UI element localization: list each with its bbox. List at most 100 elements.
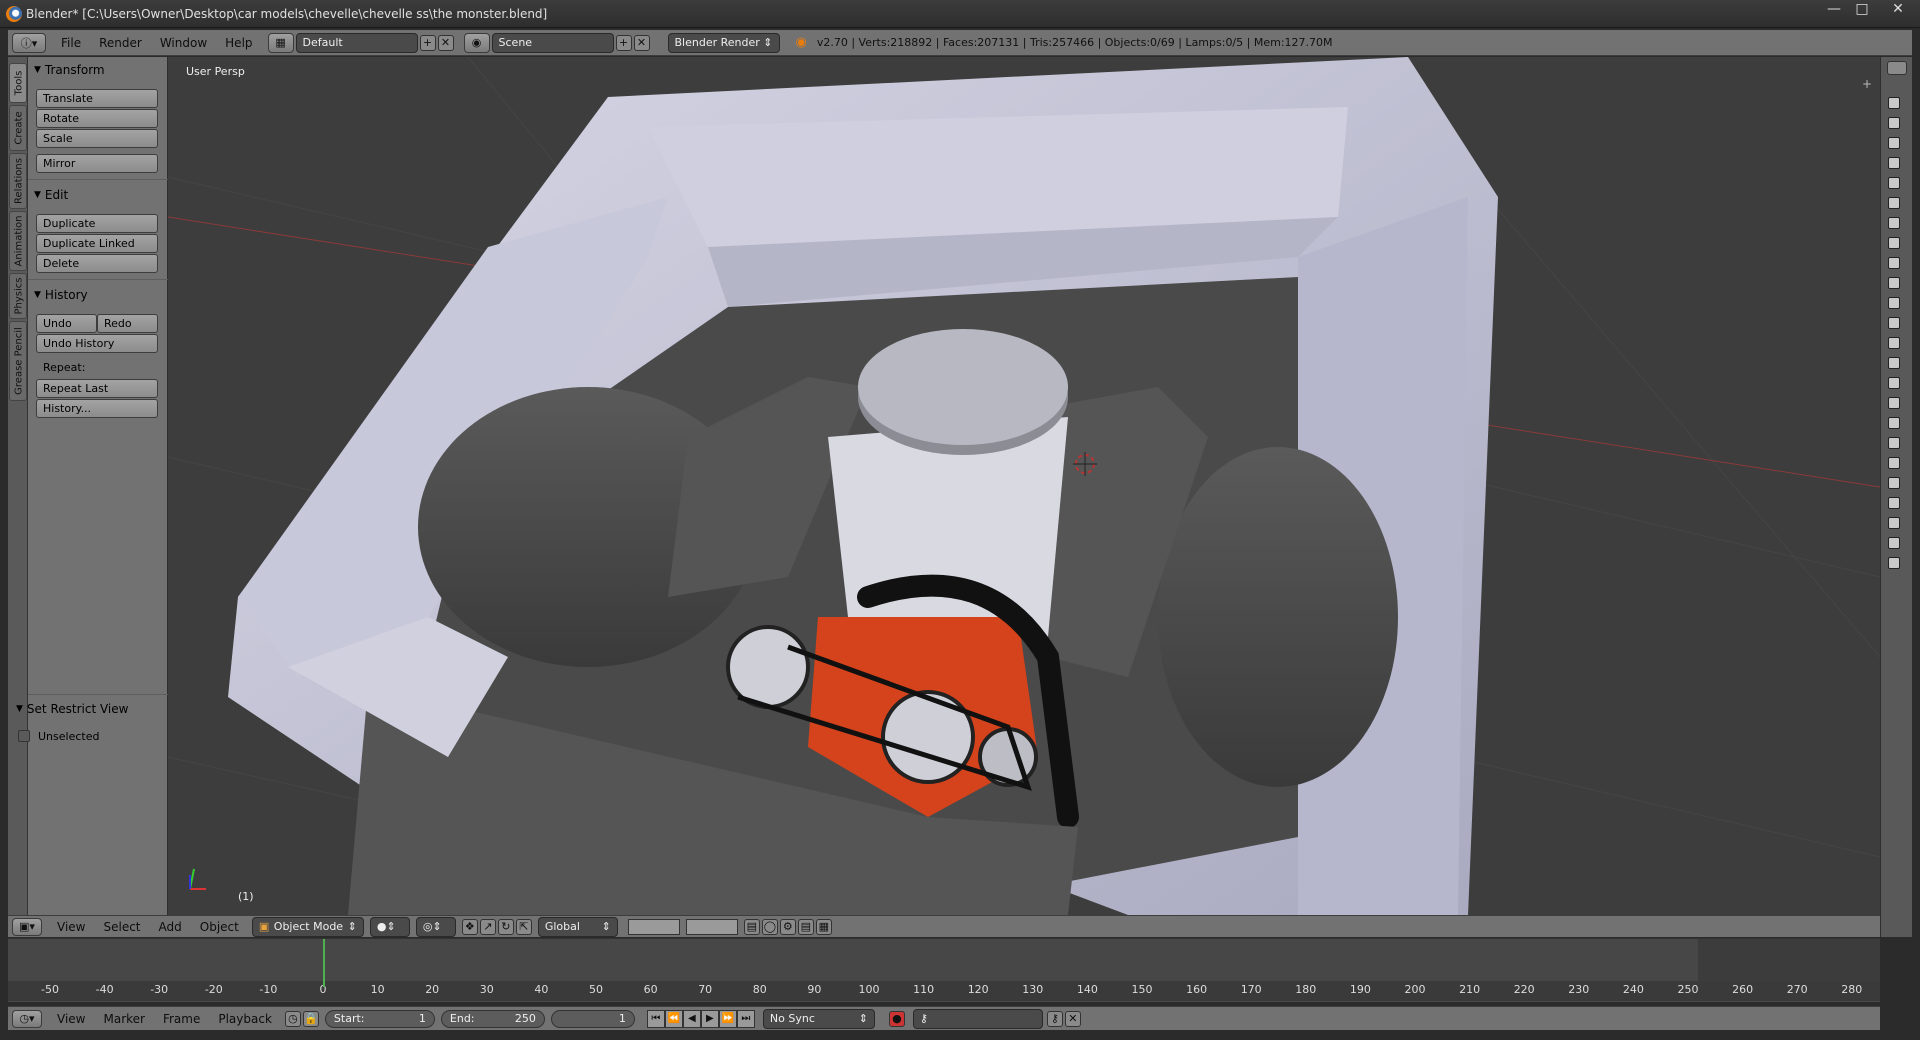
outliner-editor-button[interactable] bbox=[1887, 61, 1907, 75]
select-menu[interactable]: Select bbox=[94, 920, 149, 934]
scale-manipulator-button[interactable]: ⇱ bbox=[515, 918, 532, 935]
3d-view-editor-type-button[interactable]: ▣▾ bbox=[12, 917, 42, 936]
menu-file[interactable]: File bbox=[52, 36, 90, 50]
outliner-visibility-icon[interactable] bbox=[1888, 457, 1900, 469]
add-layout-button[interactable]: + bbox=[419, 34, 436, 51]
transform-panel-header[interactable]: ▼ Transform bbox=[34, 63, 105, 77]
duplicate-button[interactable]: Duplicate bbox=[36, 214, 158, 233]
maximize-button[interactable]: □ bbox=[1848, 0, 1876, 20]
current-frame-field[interactable]: 1 bbox=[550, 1009, 635, 1028]
repeat-last-button[interactable]: Repeat Last bbox=[36, 379, 158, 398]
lock-range-button[interactable]: 🔒 bbox=[302, 1010, 319, 1027]
outliner-visibility-icon[interactable] bbox=[1888, 417, 1900, 429]
add-menu[interactable]: Add bbox=[150, 920, 191, 934]
play-reverse-button[interactable]: ◀ bbox=[682, 1009, 701, 1028]
menu-help[interactable]: Help bbox=[216, 36, 261, 50]
undo-history-button[interactable]: Undo History bbox=[36, 334, 158, 353]
outliner-visibility-icon[interactable] bbox=[1888, 377, 1900, 389]
minimize-button[interactable]: — bbox=[1820, 0, 1848, 20]
jump-next-keyframe-button[interactable]: ⏩ bbox=[718, 1009, 737, 1028]
timeline-view-menu[interactable]: View bbox=[48, 1012, 94, 1026]
outliner-visibility-icon[interactable] bbox=[1888, 257, 1900, 269]
outliner-visibility-icon[interactable] bbox=[1888, 337, 1900, 349]
playback-menu[interactable]: Playback bbox=[209, 1012, 281, 1026]
outliner-visibility-icon[interactable] bbox=[1888, 397, 1900, 409]
jump-start-button[interactable]: ⏮ bbox=[646, 1009, 665, 1028]
tab-tools[interactable]: Tools bbox=[9, 63, 27, 103]
start-frame-field[interactable]: Start: 1 bbox=[324, 1009, 435, 1028]
menu-window[interactable]: Window bbox=[151, 36, 216, 50]
insert-keyframe-button[interactable]: ⚷ bbox=[1046, 1010, 1063, 1027]
outliner-visibility-icon[interactable] bbox=[1888, 437, 1900, 449]
outliner-visibility-icon[interactable] bbox=[1888, 117, 1900, 129]
delete-button[interactable]: Delete bbox=[36, 254, 158, 273]
unselected-checkbox[interactable] bbox=[18, 730, 30, 742]
outliner-visibility-icon[interactable] bbox=[1888, 357, 1900, 369]
sync-mode-dropdown[interactable]: No Sync ⇕ bbox=[762, 1008, 875, 1029]
redo-button[interactable]: Redo bbox=[97, 314, 158, 333]
scene-field[interactable]: Scene bbox=[491, 32, 614, 53]
add-scene-button[interactable]: + bbox=[615, 34, 632, 51]
rotate-manipulator-button[interactable]: ↻ bbox=[497, 918, 514, 935]
restrict-view-panel-header[interactable]: ▼ Set Restrict View bbox=[16, 702, 128, 716]
viewport-shading-dropdown[interactable]: ●⇕ bbox=[369, 916, 410, 937]
timeline-ruler[interactable] bbox=[8, 981, 1880, 1001]
outliner-visibility-icon[interactable] bbox=[1888, 497, 1900, 509]
history-panel-header[interactable]: ▼ History bbox=[34, 288, 88, 302]
delete-keyframe-button[interactable]: ✕ bbox=[1064, 1010, 1081, 1027]
tab-relations[interactable]: Relations bbox=[9, 153, 27, 209]
marker-menu[interactable]: Marker bbox=[94, 1012, 153, 1026]
lock-camera-button[interactable]: ▤ bbox=[743, 918, 760, 935]
mode-dropdown[interactable]: ▣ Object Mode ⇕ bbox=[251, 916, 364, 937]
outliner-visibility-icon[interactable] bbox=[1888, 277, 1900, 289]
tab-create[interactable]: Create bbox=[9, 105, 27, 151]
outliner-visibility-icon[interactable] bbox=[1888, 557, 1900, 569]
manipulator-toggle-button[interactable]: ❖ bbox=[461, 918, 478, 935]
scene-icon-button[interactable]: ◉ bbox=[463, 32, 490, 53]
remove-scene-button[interactable]: ✕ bbox=[633, 34, 650, 51]
close-button[interactable]: ✕ bbox=[1876, 0, 1920, 20]
snap-toggle-button[interactable]: ⚙ bbox=[779, 918, 796, 935]
jump-end-button[interactable]: ⏭ bbox=[736, 1009, 755, 1028]
tab-grease-pencil[interactable]: Grease Pencil bbox=[9, 321, 27, 401]
history-button[interactable]: History... bbox=[36, 399, 158, 418]
3d-viewport[interactable]: User Persp (1) + bbox=[168, 57, 1880, 915]
keying-set-field[interactable]: ⚷ bbox=[912, 1008, 1043, 1029]
outliner-visibility-icon[interactable] bbox=[1888, 477, 1900, 489]
outliner-visibility-icon[interactable] bbox=[1888, 157, 1900, 169]
outliner-visibility-icon[interactable] bbox=[1888, 177, 1900, 189]
end-frame-field[interactable]: End: 250 bbox=[440, 1009, 545, 1028]
undo-button[interactable]: Undo bbox=[36, 314, 97, 333]
render-engine-dropdown[interactable]: Blender Render ⇕ bbox=[667, 32, 780, 53]
viewport-plus-icon[interactable]: + bbox=[1862, 77, 1872, 91]
pivot-point-dropdown[interactable]: ◎⇕ bbox=[415, 916, 456, 937]
rotate-button[interactable]: Rotate bbox=[36, 109, 158, 128]
remove-layout-button[interactable]: ✕ bbox=[437, 34, 454, 51]
outliner-visibility-icon[interactable] bbox=[1888, 297, 1900, 309]
mirror-button[interactable]: Mirror bbox=[36, 154, 158, 173]
outliner-visibility-icon[interactable] bbox=[1888, 137, 1900, 149]
menu-render[interactable]: Render bbox=[90, 36, 151, 50]
outliner-visibility-icon[interactable] bbox=[1888, 537, 1900, 549]
timeline-strip[interactable] bbox=[8, 939, 1880, 981]
info-editor-type-button[interactable]: ⓘ▾ bbox=[12, 32, 46, 53]
frame-menu[interactable]: Frame bbox=[154, 1012, 209, 1026]
current-frame-indicator[interactable] bbox=[323, 939, 325, 987]
outliner-visibility-icon[interactable] bbox=[1888, 517, 1900, 529]
transform-orientation-dropdown[interactable]: Global ⇕ bbox=[537, 916, 618, 937]
render-preview-button[interactable]: ▤ bbox=[797, 918, 814, 935]
tab-animation[interactable]: Animation bbox=[9, 211, 27, 271]
outliner-visibility-icon[interactable] bbox=[1888, 97, 1900, 109]
scale-button[interactable]: Scale bbox=[36, 129, 158, 148]
duplicate-linked-button[interactable]: Duplicate Linked bbox=[36, 234, 158, 253]
outliner-visibility-icon[interactable] bbox=[1888, 197, 1900, 209]
outliner-visibility-icon[interactable] bbox=[1888, 217, 1900, 229]
proportional-edit-button[interactable]: ◯ bbox=[761, 918, 778, 935]
record-button[interactable]: ● bbox=[888, 1010, 905, 1027]
translate-button[interactable]: Translate bbox=[36, 89, 158, 108]
layer-buttons-group-1[interactable] bbox=[627, 918, 680, 935]
outliner-visibility-icon[interactable] bbox=[1888, 317, 1900, 329]
timeline-editor-type-button[interactable]: ◷▾ bbox=[12, 1009, 42, 1028]
view-menu[interactable]: View bbox=[48, 920, 94, 934]
jump-prev-keyframe-button[interactable]: ⏪ bbox=[664, 1009, 683, 1028]
